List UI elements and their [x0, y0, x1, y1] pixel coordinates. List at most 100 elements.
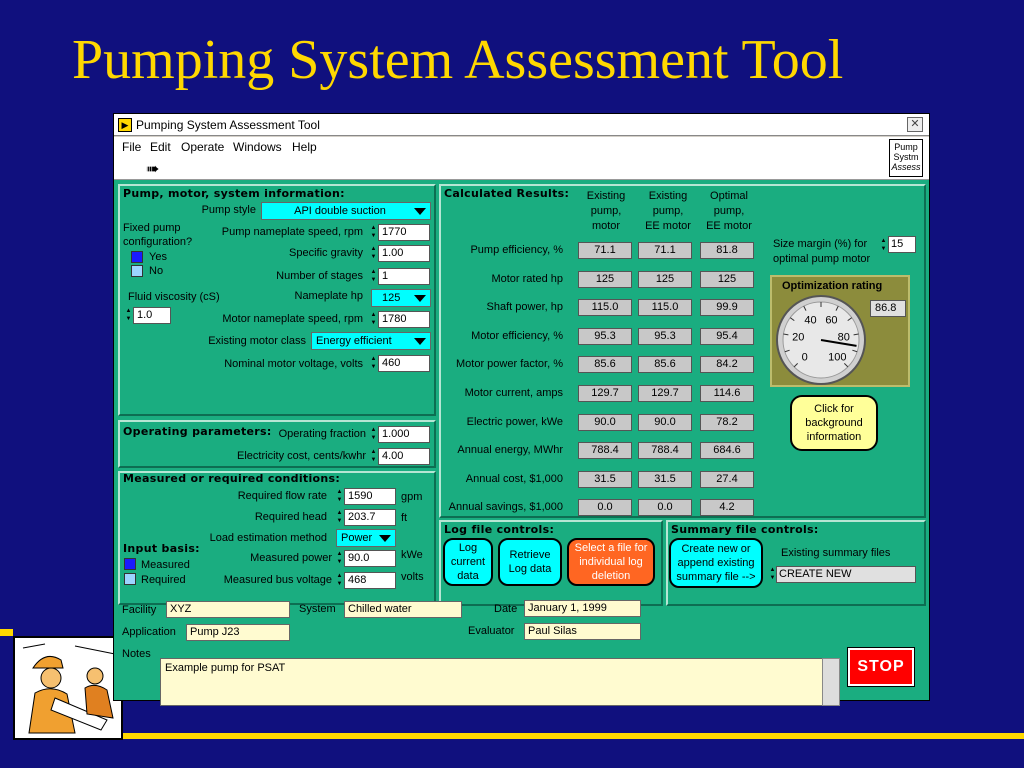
size-margin-input[interactable]: 15: [888, 236, 916, 253]
chevron-down-icon: [379, 535, 391, 542]
flow-rate-unit: gpm: [401, 491, 423, 503]
result-cell: 125: [578, 270, 632, 288]
existing-summary-label: Existing summary files: [781, 547, 891, 559]
log-current-button[interactable]: Log current data: [443, 538, 493, 586]
pump-style-label: Pump style: [201, 204, 256, 216]
notes-scrollbar[interactable]: [822, 658, 840, 706]
operating-fraction-input[interactable]: 1.000: [378, 426, 430, 443]
required-radio[interactable]: [124, 573, 136, 585]
window-titlebar[interactable]: ▶ Pumping System Assessment Tool ✕: [114, 114, 929, 136]
head-input[interactable]: 203.7: [344, 509, 396, 526]
operating-fraction-spinner[interactable]: ▲ ▼: [370, 426, 377, 443]
size-margin-spinner[interactable]: ▲ ▼: [880, 237, 887, 254]
pump-style-select[interactable]: API double suction: [261, 202, 431, 220]
notes-field[interactable]: Example pump for PSAT: [160, 658, 840, 706]
chevron-down-icon: [414, 208, 426, 215]
result-cell: 95.3: [578, 327, 632, 345]
bus-voltage-input[interactable]: 468: [344, 572, 396, 589]
stop-button[interactable]: STOP: [847, 647, 915, 687]
result-cell: 95.4: [700, 327, 754, 345]
electricity-cost-spinner[interactable]: ▲ ▼: [370, 448, 377, 465]
motor-speed-spinner[interactable]: ▲ ▼: [370, 311, 377, 328]
gauge-label: 60: [825, 315, 837, 327]
create-summary-button[interactable]: Create new or append existing summary fi…: [669, 538, 763, 588]
result-row-label: Shaft power, hp: [486, 301, 563, 314]
results-section-title: Calculated Results:: [444, 187, 570, 200]
result-cell: 0.0: [638, 499, 692, 517]
result-row-label: Motor power factor, %: [456, 358, 563, 371]
result-row-label: Electric power, kWe: [466, 415, 563, 428]
measured-power-input[interactable]: 90.0: [344, 550, 396, 567]
background-info-button[interactable]: Click for background information: [790, 395, 878, 451]
result-row-label: Motor efficiency, %: [471, 329, 563, 342]
stages-spinner[interactable]: ▲ ▼: [370, 268, 377, 285]
motor-voltage-label: Nominal motor voltage, volts: [224, 358, 363, 370]
bus-voltage-spinner[interactable]: ▲ ▼: [336, 572, 343, 589]
menu-operate[interactable]: Operate: [181, 140, 224, 154]
flow-rate-input[interactable]: 1590: [344, 488, 396, 505]
measured-power-spinner[interactable]: ▲ ▼: [336, 550, 343, 567]
result-cell: 788.4: [638, 442, 692, 460]
pump-speed-input[interactable]: 1770: [378, 224, 430, 241]
yes-label: Yes: [149, 251, 167, 263]
gauge-label: 100: [828, 351, 846, 363]
retrieve-log-button[interactable]: Retrieve Log data: [498, 538, 562, 586]
measured-radio[interactable]: [124, 558, 136, 570]
no-radio[interactable]: [131, 265, 143, 277]
head-spinner[interactable]: ▲ ▼: [336, 509, 343, 526]
result-row-label: Annual savings, $1,000: [448, 501, 563, 514]
application-field[interactable]: Pump J23: [186, 624, 290, 641]
motor-voltage-input[interactable]: 460: [378, 355, 430, 372]
vi-icon-line: Assess: [891, 162, 921, 172]
existing-summary-spinner[interactable]: ▲ ▼: [769, 566, 776, 583]
close-icon[interactable]: ✕: [907, 117, 923, 132]
window-title: Pumping System Assessment Tool: [136, 118, 320, 132]
motor-speed-input[interactable]: 1780: [378, 311, 430, 328]
motor-voltage-spinner[interactable]: ▲ ▼: [370, 355, 377, 372]
result-cell: 81.8: [700, 242, 754, 259]
viscosity-input[interactable]: 1.0: [133, 307, 171, 324]
gauge-label: 20: [792, 331, 804, 343]
system-field[interactable]: Chilled water: [344, 601, 462, 618]
stages-input[interactable]: 1: [378, 268, 430, 285]
existing-summary-field[interactable]: CREATE NEW: [776, 566, 916, 583]
run-icon[interactable]: ➠: [146, 159, 159, 179]
result-cell: 85.6: [578, 356, 632, 374]
vi-icon-line: Systm: [893, 152, 919, 162]
motor-speed-label: Motor nameplate speed, rpm: [222, 313, 363, 325]
menu-edit[interactable]: Edit: [150, 140, 171, 154]
evaluator-field[interactable]: Paul Silas: [524, 623, 641, 640]
flow-rate-spinner[interactable]: ▲ ▼: [336, 488, 343, 505]
head-label: Required head: [254, 511, 327, 523]
nameplate-hp-select[interactable]: 125: [371, 289, 431, 307]
menu-help[interactable]: Help: [292, 140, 317, 154]
result-cell: 85.6: [638, 356, 692, 374]
load-method-value: Power: [341, 532, 373, 544]
gauge-label: 80: [838, 331, 850, 343]
electricity-cost-input[interactable]: 4.00: [378, 448, 430, 465]
decor-line-left: [0, 629, 13, 636]
date-field[interactable]: January 1, 1999: [524, 600, 641, 617]
yes-radio[interactable]: [131, 251, 143, 263]
load-method-label: Load estimation method: [209, 532, 327, 544]
specific-gravity-input[interactable]: 1.00: [378, 245, 430, 262]
head-unit: ft: [401, 512, 408, 524]
specific-gravity-label: Specific gravity: [289, 247, 363, 259]
bus-voltage-label: Measured bus voltage: [223, 574, 332, 586]
slide-title: Pumping System Assessment Tool: [72, 29, 844, 91]
viscosity-spinner[interactable]: ▲ ▼: [125, 307, 132, 324]
pump-speed-spinner[interactable]: ▲ ▼: [370, 224, 377, 241]
result-cell: 114.6: [700, 385, 754, 402]
nameplate-hp-value: 125: [382, 292, 401, 304]
load-method-select[interactable]: Power: [336, 529, 396, 547]
column-header-optimal: Optimal pump, EE motor: [706, 190, 752, 232]
motor-class-select[interactable]: Energy efficient: [311, 332, 431, 350]
measured-power-label: Measured power: [250, 552, 332, 564]
log-section-title: Log file controls:: [444, 523, 555, 536]
specific-gravity-spinner[interactable]: ▲ ▼: [370, 245, 377, 262]
facility-field[interactable]: XYZ: [166, 601, 290, 618]
result-cell: 129.7: [638, 385, 692, 402]
menu-file[interactable]: File: [122, 140, 141, 154]
menu-windows[interactable]: Windows: [233, 140, 282, 154]
select-file-button[interactable]: Select a file for individual log deletio…: [567, 538, 655, 586]
